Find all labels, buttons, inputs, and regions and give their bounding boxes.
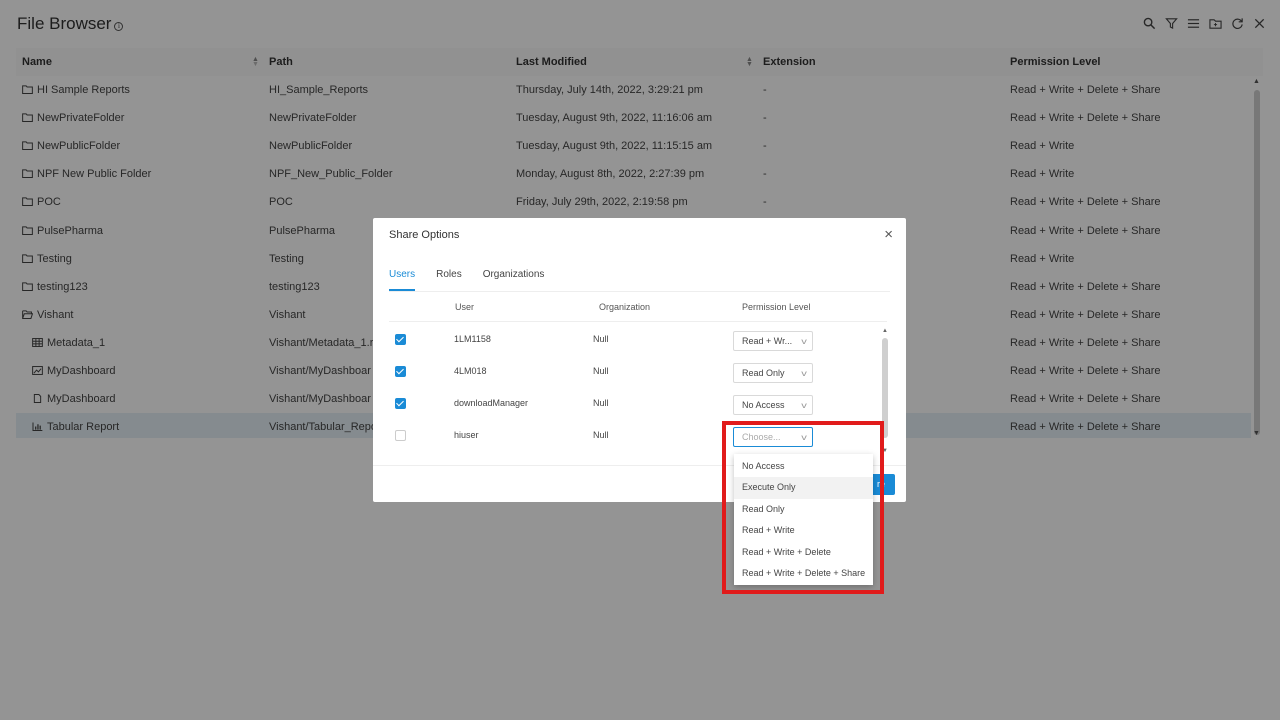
- dropdown-option[interactable]: Execute Only: [734, 477, 873, 499]
- tab-roles[interactable]: Roles: [436, 269, 462, 291]
- modal-close-icon[interactable]: ×: [884, 227, 893, 242]
- permission-select-value: Read Only: [742, 368, 785, 378]
- tab-divider: [389, 291, 890, 292]
- user-checkbox[interactable]: [395, 430, 406, 441]
- tab-organizations[interactable]: Organizations: [483, 269, 545, 291]
- dropdown-option[interactable]: No Access: [734, 456, 873, 477]
- users-scrollbar[interactable]: ▲ ▼: [880, 328, 890, 458]
- user-checkbox[interactable]: [395, 334, 406, 345]
- user-organization: Null: [593, 398, 609, 408]
- user-checkbox[interactable]: [395, 398, 406, 409]
- user-name: 4LM018: [454, 366, 487, 376]
- permission-dropdown-menu: No Access Execute Only Read Only Read + Wri…: [734, 454, 873, 585]
- user-name: hiuser: [454, 430, 479, 440]
- user-organization: Null: [593, 366, 609, 376]
- permission-select-value: Choose...: [742, 432, 781, 442]
- dropdown-option[interactable]: Read + Write + Delete + Share: [734, 563, 873, 584]
- modal-tabs: Users Roles Organizations: [389, 269, 544, 291]
- chevron-down-icon: v: [801, 369, 807, 378]
- column-header-user: User: [455, 302, 475, 312]
- chevron-down-icon: v: [801, 337, 807, 346]
- user-organization: Null: [593, 334, 609, 344]
- dropdown-option[interactable]: Read + Write: [734, 520, 873, 541]
- user-checkbox[interactable]: [395, 366, 406, 377]
- user-row: 1LM1158 Null Read + Wr... v: [389, 324, 879, 356]
- chevron-down-icon: v: [801, 401, 807, 410]
- chevron-down-icon: v: [801, 433, 807, 442]
- user-organization: Null: [593, 430, 609, 440]
- user-row: hiuser Null Choose... v: [389, 420, 879, 452]
- permission-select-value: Read + Wr...: [742, 336, 793, 346]
- dropdown-option[interactable]: Read Only: [734, 499, 873, 520]
- column-header-permission: Permission Level: [742, 302, 811, 312]
- dropdown-option[interactable]: Read + Write + Delete: [734, 542, 873, 563]
- permission-select-value: No Access: [742, 400, 785, 410]
- modal-title: Share Options: [389, 229, 460, 241]
- users-table-header: User Organization Permission Level: [389, 300, 887, 322]
- user-row: 4LM018 Null Read Only v: [389, 356, 879, 388]
- tab-users[interactable]: Users: [389, 269, 416, 291]
- permission-select[interactable]: Choose... v: [733, 427, 813, 447]
- permission-select[interactable]: Read + Wr... v: [733, 331, 813, 351]
- user-name: 1LM1158: [454, 334, 491, 344]
- permission-select[interactable]: Read Only v: [733, 363, 813, 383]
- user-name: downloadManager: [454, 398, 529, 408]
- permission-select[interactable]: No Access v: [733, 395, 813, 415]
- column-header-organization: Organization: [599, 302, 651, 312]
- user-row: downloadManager Null No Access v: [389, 388, 879, 420]
